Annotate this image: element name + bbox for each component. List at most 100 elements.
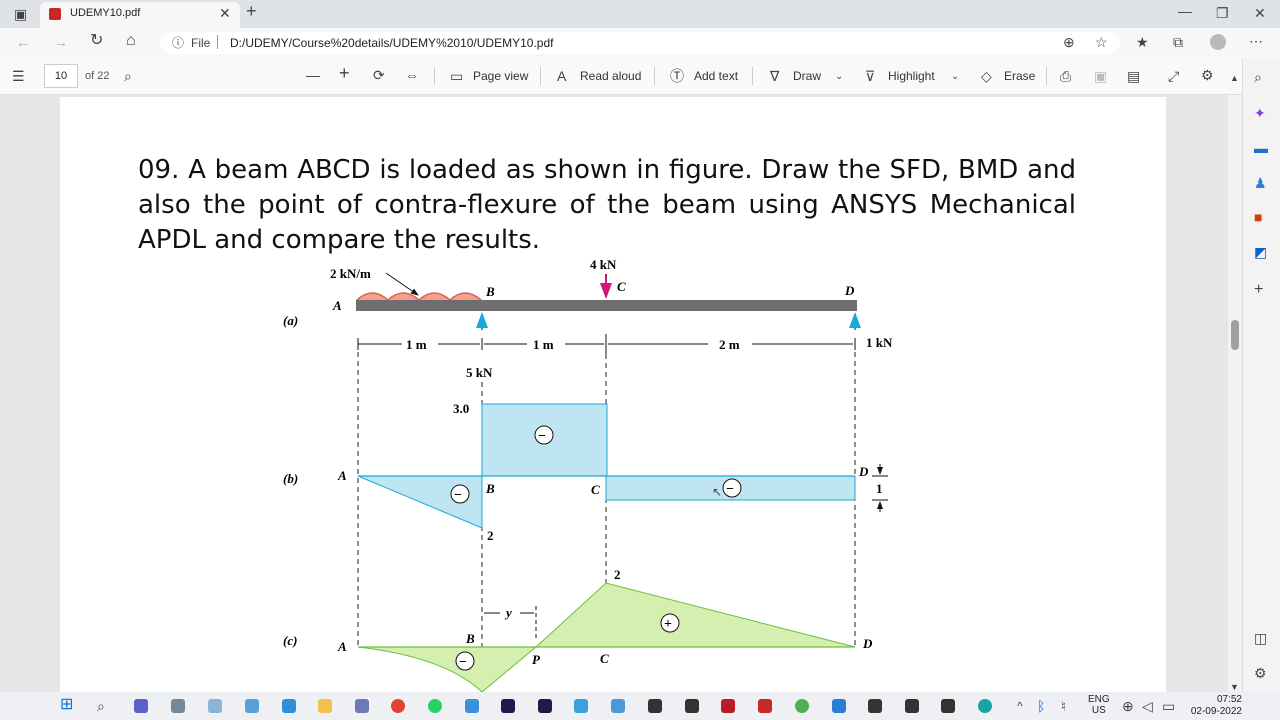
clock-time: 07:52 bbox=[1216, 694, 1242, 705]
close-window-icon[interactable]: ✕ bbox=[1254, 6, 1266, 20]
fit-width-icon[interactable]: ⇔ bbox=[405, 68, 419, 82]
read-aloud-icon[interactable]: A bbox=[557, 69, 566, 83]
find-icon[interactable]: ⌕ bbox=[124, 69, 132, 83]
fullscreen-icon[interactable]: ⤢ bbox=[1168, 69, 1179, 83]
vertical-scrollbar[interactable] bbox=[1228, 95, 1242, 692]
contents-icon[interactable]: ☰ bbox=[12, 69, 25, 83]
sidebar-add-icon[interactable]: + bbox=[1254, 282, 1263, 298]
rotate-icon[interactable]: ⟳ bbox=[373, 68, 385, 82]
erase-button[interactable]: Erase bbox=[1004, 69, 1035, 83]
taskbar-app-icon[interactable] bbox=[758, 699, 772, 713]
language-indicator[interactable]: ENG US bbox=[1088, 694, 1110, 716]
maximize-icon[interactable]: ❐ bbox=[1216, 6, 1229, 20]
zoom-icon[interactable]: ⊕ bbox=[1063, 35, 1075, 49]
battery-icon[interactable]: ▭ bbox=[1162, 699, 1175, 713]
teams-icon[interactable] bbox=[134, 699, 148, 713]
taskbar-app-icon[interactable] bbox=[574, 699, 588, 713]
chrome-icon[interactable] bbox=[391, 699, 405, 713]
refresh-icon[interactable]: ↻ bbox=[90, 33, 103, 49]
save-icon[interactable]: ▣ bbox=[1094, 69, 1107, 83]
page-view-button[interactable]: Page view bbox=[473, 69, 528, 83]
bluetooth-icon[interactable]: ᛒ bbox=[1037, 699, 1045, 713]
taskbar-app-icon[interactable] bbox=[611, 699, 625, 713]
sfd-cd-label: 1 bbox=[876, 481, 883, 496]
sidebar-games-icon[interactable]: ♟ bbox=[1254, 176, 1267, 190]
print-icon[interactable]: ⎙ bbox=[1060, 69, 1071, 83]
forward-icon[interactable]: → bbox=[54, 35, 68, 49]
draw-dropdown-icon[interactable]: ⌄ bbox=[835, 70, 843, 84]
network-icon[interactable]: ⊕ bbox=[1122, 699, 1134, 713]
svg-text:−: − bbox=[726, 482, 734, 497]
scroll-thumb[interactable] bbox=[1231, 320, 1239, 350]
draw-button[interactable]: Draw bbox=[793, 69, 821, 83]
audition-icon[interactable] bbox=[501, 699, 515, 713]
pdf-settings-icon[interactable]: ⚙ bbox=[1201, 68, 1214, 82]
more-options-icon[interactable]: ⋯ bbox=[1249, 34, 1263, 48]
taskbar-app-icon[interactable] bbox=[941, 699, 955, 713]
url-text[interactable]: D:/UDEMY/Course%20details/UDEMY%2010/UDE… bbox=[230, 36, 553, 50]
collections-icon[interactable]: ⧉ bbox=[1173, 35, 1183, 49]
settings-app-icon[interactable] bbox=[171, 699, 185, 713]
premiere-icon[interactable] bbox=[538, 699, 552, 713]
taskbar-app-icon[interactable] bbox=[832, 699, 846, 713]
edge-icon[interactable] bbox=[978, 699, 992, 713]
close-tab-icon[interactable]: ✕ bbox=[219, 6, 231, 20]
reaction-d-label: 1 kN bbox=[866, 335, 893, 350]
clock[interactable]: 07:52 02-09-2022 bbox=[1186, 694, 1242, 718]
microphone-icon[interactable]: ♮ bbox=[1061, 699, 1066, 713]
highlight-dropdown-icon[interactable]: ⌄ bbox=[951, 70, 959, 84]
favorite-add-icon[interactable]: ☆ bbox=[1095, 35, 1108, 49]
highlight-button[interactable]: Highlight bbox=[888, 69, 935, 83]
nx-icon[interactable] bbox=[721, 699, 735, 713]
label-a-bmd: A bbox=[337, 639, 347, 654]
udl-load bbox=[356, 292, 482, 302]
zoom-out-icon[interactable]: — bbox=[306, 68, 320, 82]
erase-icon[interactable]: ◇ bbox=[981, 69, 992, 83]
save-as-icon[interactable]: ▤ bbox=[1127, 69, 1140, 83]
scroll-up-icon[interactable]: ▲ bbox=[1230, 71, 1239, 85]
sidebar-office-icon[interactable]: ■ bbox=[1254, 210, 1262, 224]
language-bottom: US bbox=[1091, 705, 1106, 716]
taskbar-app-icon[interactable] bbox=[795, 699, 809, 713]
minimize-icon[interactable]: — bbox=[1178, 4, 1192, 18]
taskbar-app-icon[interactable] bbox=[355, 699, 369, 713]
favorites-icon[interactable]: ★ bbox=[1136, 35, 1149, 49]
ansys-icon[interactable] bbox=[648, 699, 662, 713]
back-icon[interactable]: ← bbox=[16, 35, 30, 49]
sidebar-tools-icon[interactable]: ▬ bbox=[1254, 141, 1268, 155]
sidebar-hide-icon[interactable]: ◫ bbox=[1254, 631, 1267, 645]
sidebar-outlook-icon[interactable]: ◩ bbox=[1254, 245, 1267, 259]
label-p-bmd: P bbox=[532, 652, 541, 667]
dim-bc-label: 1 m bbox=[533, 337, 554, 352]
sidebar-settings-icon[interactable]: ⚙ bbox=[1254, 666, 1267, 680]
draw-icon[interactable]: ∇ bbox=[770, 69, 779, 83]
start-icon[interactable]: ⊞ bbox=[60, 697, 73, 713]
taskbar-app-icon[interactable] bbox=[208, 699, 222, 713]
add-text-icon[interactable]: Ⓣ bbox=[670, 69, 684, 83]
new-tab-icon[interactable]: + bbox=[246, 2, 257, 20]
whatsapp-icon[interactable] bbox=[428, 699, 442, 713]
highlight-icon[interactable]: ⊽ bbox=[865, 69, 875, 83]
taskbar-app-icon[interactable] bbox=[685, 699, 699, 713]
toolbar-separator bbox=[654, 67, 655, 85]
zoom-in-icon[interactable]: + bbox=[339, 64, 350, 82]
page-view-icon[interactable]: ▭ bbox=[450, 69, 463, 83]
sidebar-discover-icon[interactable]: ✦ bbox=[1254, 106, 1266, 120]
info-icon[interactable]: ⓘ bbox=[172, 36, 184, 50]
ansys-icon[interactable] bbox=[868, 699, 882, 713]
search-icon[interactable]: ⌕ bbox=[97, 699, 105, 713]
volume-icon[interactable]: ◁ bbox=[1142, 699, 1153, 713]
profile-avatar[interactable] bbox=[1210, 34, 1226, 50]
taskbar-app-icon[interactable] bbox=[282, 699, 296, 713]
home-icon[interactable]: ⌂ bbox=[126, 33, 136, 49]
show-hidden-icons-icon[interactable]: ^ bbox=[1017, 699, 1023, 713]
taskbar-app-icon[interactable] bbox=[465, 699, 479, 713]
read-aloud-button[interactable]: Read aloud bbox=[580, 69, 641, 83]
taskbar-app-icon[interactable] bbox=[245, 699, 259, 713]
add-text-button[interactable]: Add text bbox=[694, 69, 738, 83]
page-number-input[interactable]: 10 bbox=[44, 64, 78, 88]
sidebar-search-icon[interactable]: ⌕ bbox=[1254, 70, 1262, 84]
file-explorer-icon[interactable] bbox=[318, 699, 332, 713]
taskbar-app-icon[interactable] bbox=[905, 699, 919, 713]
tab-actions-icon[interactable]: ▣ bbox=[14, 7, 27, 21]
